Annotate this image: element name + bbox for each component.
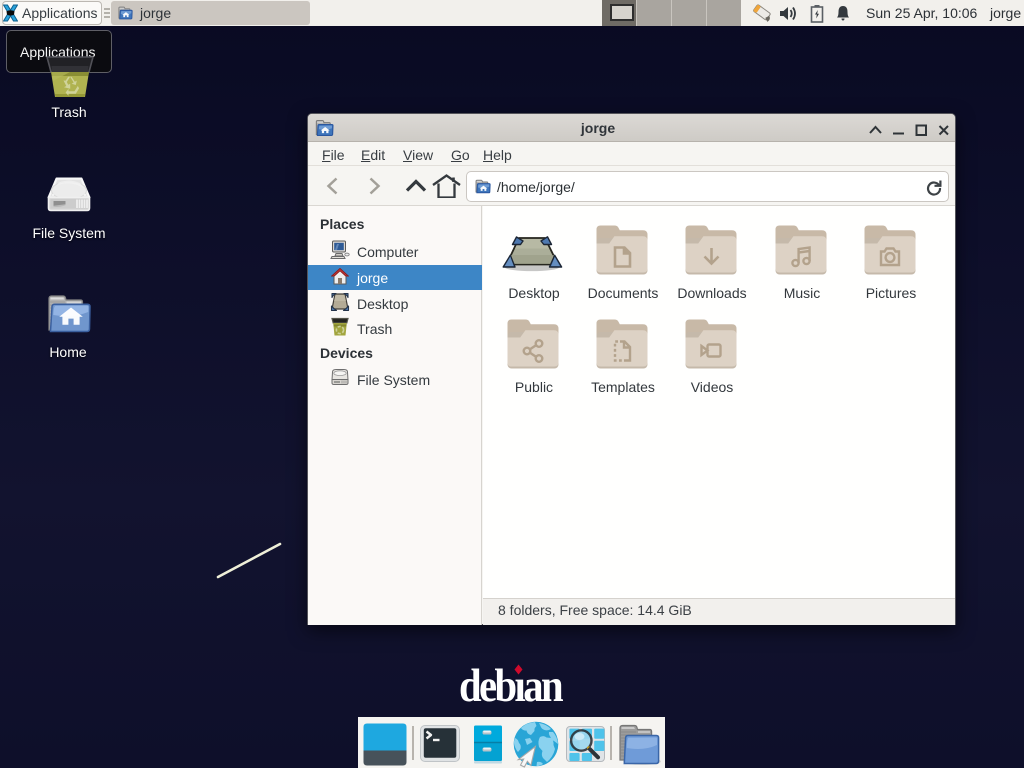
svg-text:debıan: debıan	[459, 659, 563, 711]
